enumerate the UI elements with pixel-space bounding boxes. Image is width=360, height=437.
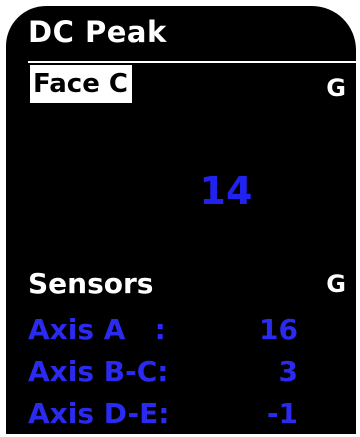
sensor-value: 16 [259,313,298,346]
header-divider [28,61,356,63]
sensor-value: 3 [278,355,298,388]
sensor-name: Axis B-C: [28,355,169,388]
sensor-name: Axis A : [28,313,166,346]
sensor-value: -1 [266,397,298,430]
sensor-name: Axis D-E: [28,397,170,430]
sensors-unit: G [326,270,346,298]
face-unit: G [326,74,346,102]
sensor-row-axis-d-e: Axis D-E: -1 [28,400,318,434]
sensor-row-axis-a: Axis A : 16 [28,316,318,350]
display-screen: DC Peak Face C G 14 Sensors G Axis A : 1… [6,6,356,434]
sensors-label: Sensors [28,267,154,300]
sensor-row-axis-b-c: Axis B-C: 3 [28,358,318,392]
device-bezel: DC Peak Face C G 14 Sensors G Axis A : 1… [0,0,360,437]
face-label-selected[interactable]: Face C [30,65,132,103]
screen-title: DC Peak [28,15,167,49]
face-peak-value: 14 [199,169,253,213]
